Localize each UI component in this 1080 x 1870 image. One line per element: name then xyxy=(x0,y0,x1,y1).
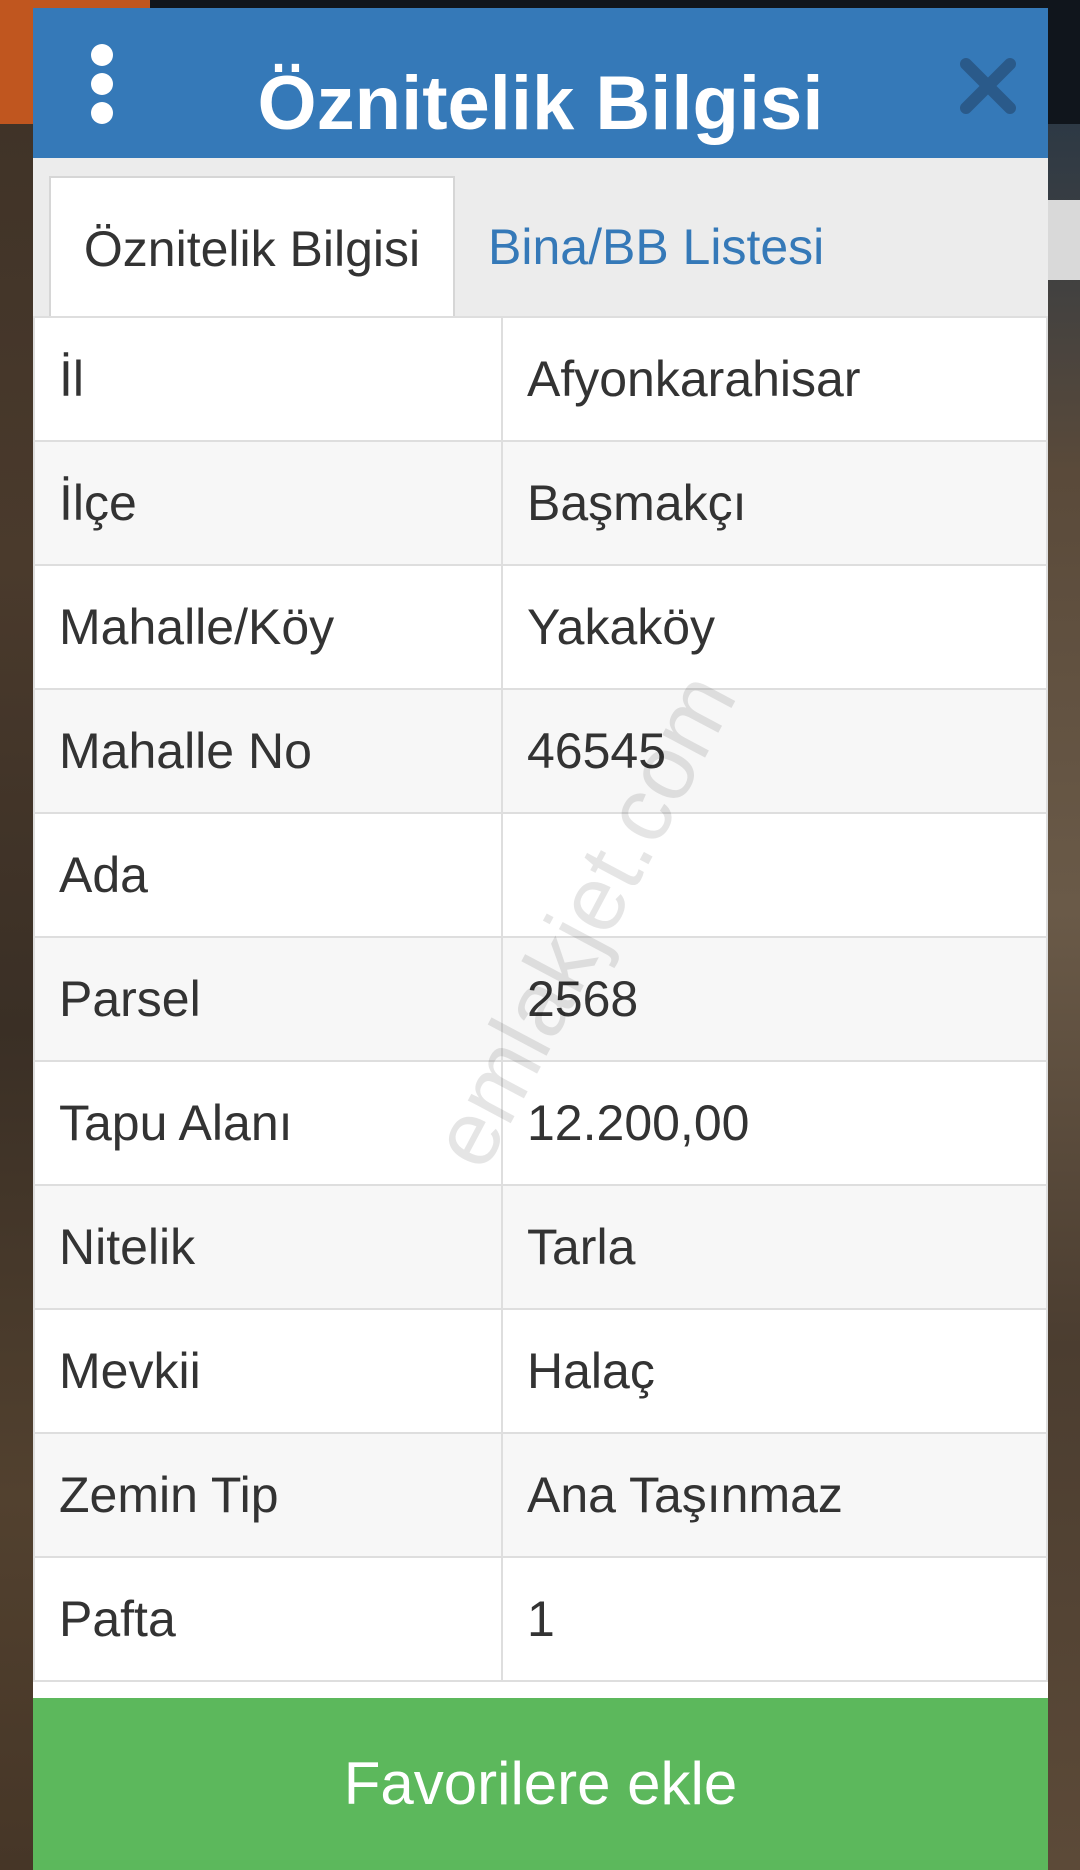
table-row: İlçe Başmakçı xyxy=(33,440,1048,566)
table-row: Pafta 1 xyxy=(33,1556,1048,1682)
attribute-value: Ana Taşınmaz xyxy=(501,1432,1048,1558)
attribute-value: Başmakçı xyxy=(501,440,1048,566)
attribute-key: Mevkii xyxy=(33,1308,503,1434)
table-row: Zemin Tip Ana Taşınmaz xyxy=(33,1432,1048,1558)
attribute-key: Tapu Alanı xyxy=(33,1060,503,1186)
attribute-value: 2568 xyxy=(501,936,1048,1062)
modal-header: Öznitelik Bilgisi xyxy=(33,8,1048,158)
map-visible-edge[interactable] xyxy=(1048,124,1080,1870)
attribute-key: Parsel xyxy=(33,936,503,1062)
attribute-key: Pafta xyxy=(33,1556,503,1682)
modal-title: Öznitelik Bilgisi xyxy=(257,61,824,146)
attribute-key: Mahalle/Köy xyxy=(33,564,503,690)
attribute-value: 1 xyxy=(501,1556,1048,1682)
attribute-table: İl Afyonkarahisar İlçe Başmakçı Mahalle/… xyxy=(33,316,1048,1682)
tab-bar: Öznitelik Bilgisi Bina/BB Listesi xyxy=(33,158,1048,318)
tab-building-list[interactable]: Bina/BB Listesi xyxy=(488,176,908,318)
attribute-key: Zemin Tip xyxy=(33,1432,503,1558)
table-row: İl Afyonkarahisar xyxy=(33,316,1048,442)
table-row: Mevkii Halaç xyxy=(33,1308,1048,1434)
tab-attribute-info[interactable]: Öznitelik Bilgisi xyxy=(49,176,455,318)
attribute-key: Ada xyxy=(33,812,503,938)
attribute-key: İlçe xyxy=(33,440,503,566)
attribute-value: Halaç xyxy=(501,1308,1048,1434)
attribute-key: Mahalle No xyxy=(33,688,503,814)
attribute-value xyxy=(501,812,1048,938)
attribute-info-modal: Öznitelik Bilgisi Öznitelik Bilgisi Bina… xyxy=(33,8,1048,1870)
attribute-value: Afyonkarahisar xyxy=(501,316,1048,442)
table-row: Tapu Alanı 12.200,00 xyxy=(33,1060,1048,1186)
map-tool-button[interactable] xyxy=(1048,200,1080,280)
table-row: Nitelik Tarla xyxy=(33,1184,1048,1310)
table-row: Mahalle/Köy Yakaköy xyxy=(33,564,1048,690)
attribute-value: 46545 xyxy=(501,688,1048,814)
attribute-key: İl xyxy=(33,316,503,442)
table-row: Ada xyxy=(33,812,1048,938)
attribute-value: 12.200,00 xyxy=(501,1060,1048,1186)
table-row: Mahalle No 46545 xyxy=(33,688,1048,814)
close-icon[interactable] xyxy=(956,54,1020,118)
table-row: Parsel 2568 xyxy=(33,936,1048,1062)
attribute-value: Tarla xyxy=(501,1184,1048,1310)
attribute-value: Yakaköy xyxy=(501,564,1048,690)
add-to-favorites-button[interactable]: Favorilere ekle xyxy=(33,1698,1048,1870)
attribute-key: Nitelik xyxy=(33,1184,503,1310)
